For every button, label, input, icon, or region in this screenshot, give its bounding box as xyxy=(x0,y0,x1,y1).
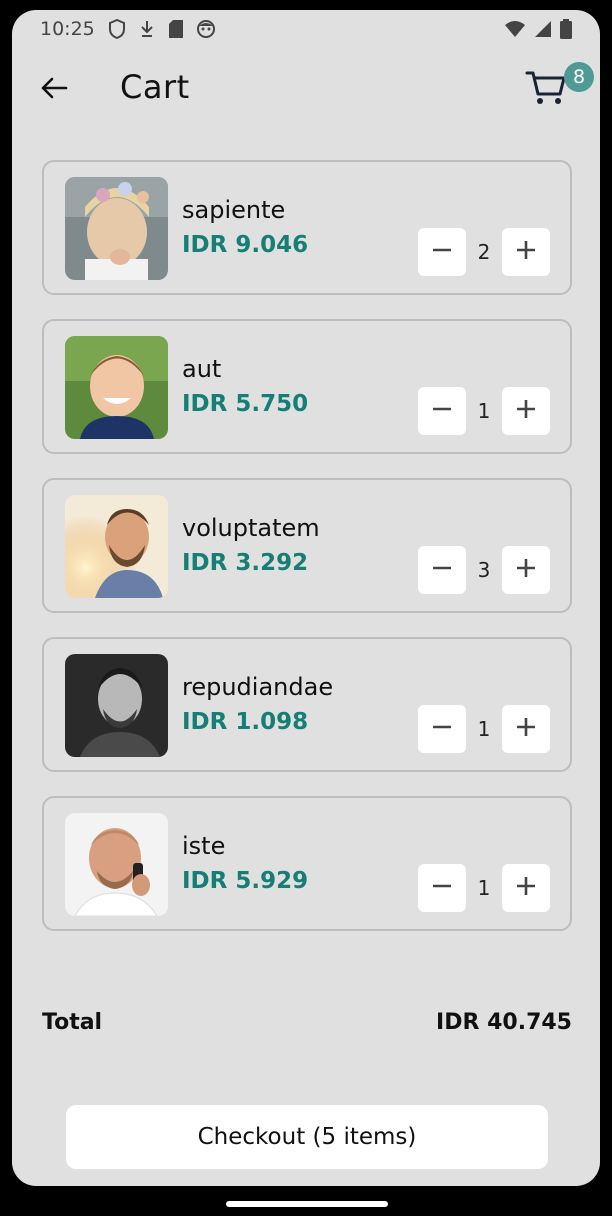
item-price: IDR 5.750 xyxy=(182,391,309,417)
minus-icon xyxy=(431,557,453,583)
wifi-icon xyxy=(504,20,526,42)
decrease-button[interactable] xyxy=(418,546,466,594)
decrease-button[interactable] xyxy=(418,705,466,753)
shield-icon xyxy=(108,18,126,43)
plus-icon xyxy=(515,557,537,583)
item-name: aut xyxy=(182,355,222,383)
plus-icon xyxy=(515,716,537,742)
increase-button[interactable] xyxy=(502,228,550,276)
minus-icon xyxy=(431,716,453,742)
battery-icon xyxy=(560,19,572,43)
plus-icon xyxy=(515,398,537,424)
quantity-stepper: 3 xyxy=(418,546,550,594)
sd-card-icon xyxy=(168,19,184,43)
status-time: 10:25 xyxy=(40,18,95,40)
item-price: IDR 3.292 xyxy=(182,550,309,576)
cart-button[interactable]: 8 xyxy=(524,62,594,112)
quantity-value: 1 xyxy=(477,876,491,900)
download-icon xyxy=(138,19,156,43)
app-bar: Cart 8 xyxy=(12,58,600,120)
signal-icon xyxy=(534,20,552,42)
minus-icon xyxy=(431,239,453,265)
product-image xyxy=(65,495,168,598)
status-icons-left xyxy=(108,18,216,43)
product-image xyxy=(65,813,168,916)
cart-item-card: repudiandae IDR 1.098 1 xyxy=(42,637,572,772)
arrow-left-icon xyxy=(40,76,68,104)
home-indicator[interactable] xyxy=(226,1201,388,1207)
quantity-stepper: 2 xyxy=(418,228,550,276)
total-label: Total xyxy=(42,1010,103,1035)
increase-button[interactable] xyxy=(502,705,550,753)
item-name: repudiandae xyxy=(182,673,334,701)
back-button[interactable] xyxy=(34,70,74,110)
item-price: IDR 9.046 xyxy=(182,232,309,258)
minus-icon xyxy=(431,875,453,901)
plus-icon xyxy=(515,239,537,265)
increase-button[interactable] xyxy=(502,387,550,435)
minus-icon xyxy=(431,398,453,424)
cart-item-card: sapiente IDR 9.046 2 xyxy=(42,160,572,295)
item-name: voluptatem xyxy=(182,514,320,542)
quantity-value: 1 xyxy=(477,717,491,741)
product-image xyxy=(65,654,168,757)
item-name: iste xyxy=(182,832,226,860)
cart-item-card: iste IDR 5.929 1 xyxy=(42,796,572,931)
status-bar: 10:25 xyxy=(12,10,600,48)
decrease-button[interactable] xyxy=(418,387,466,435)
cart-item-list: sapiente IDR 9.046 2 aut IDR 5.750 1 vol… xyxy=(42,160,572,955)
increase-button[interactable] xyxy=(502,864,550,912)
quantity-stepper: 1 xyxy=(418,387,550,435)
quantity-stepper: 1 xyxy=(418,864,550,912)
checkout-button[interactable]: Checkout (5 items) xyxy=(66,1105,548,1169)
product-image xyxy=(65,336,168,439)
total-value: IDR 40.745 xyxy=(436,1010,572,1035)
phone-screen: 10:25 Cart 8 sapiente IDR 9.046 2 aut ID… xyxy=(12,10,600,1186)
quantity-value: 3 xyxy=(477,558,491,582)
cart-item-card: voluptatem IDR 3.292 3 xyxy=(42,478,572,613)
decrease-button[interactable] xyxy=(418,864,466,912)
product-image xyxy=(65,177,168,280)
quantity-value: 2 xyxy=(477,240,491,264)
page-title: Cart xyxy=(120,68,190,106)
cart-badge: 8 xyxy=(564,62,594,92)
plus-icon xyxy=(515,875,537,901)
increase-button[interactable] xyxy=(502,546,550,594)
item-name: sapiente xyxy=(182,196,286,224)
quantity-stepper: 1 xyxy=(418,705,550,753)
shopping-cart-icon xyxy=(524,71,568,112)
item-price: IDR 5.929 xyxy=(182,868,309,894)
item-price: IDR 1.098 xyxy=(182,709,309,735)
status-icons-right xyxy=(504,19,572,43)
cart-item-card: aut IDR 5.750 1 xyxy=(42,319,572,454)
decrease-button[interactable] xyxy=(418,228,466,276)
quantity-value: 1 xyxy=(477,399,491,423)
face-icon xyxy=(196,19,216,43)
